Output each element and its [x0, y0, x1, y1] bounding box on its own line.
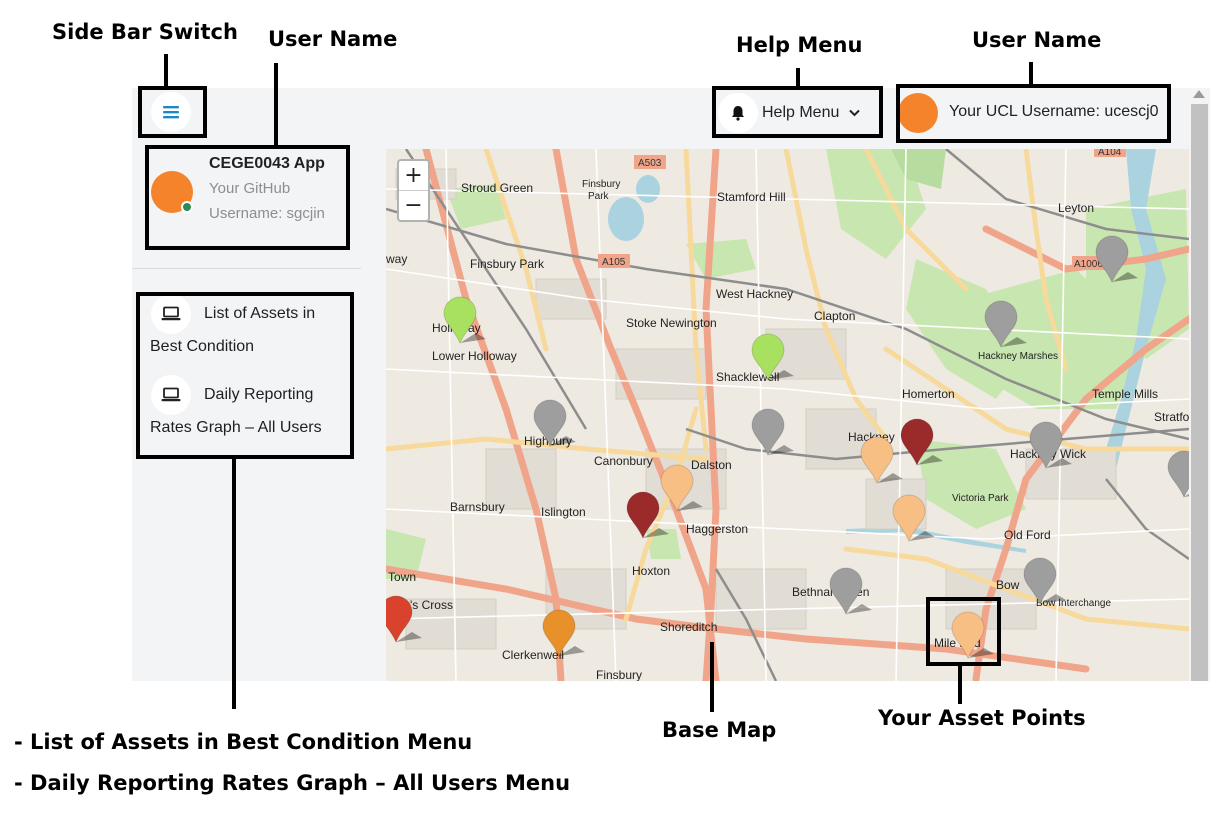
annotation-box-profile [145, 145, 350, 250]
annotation-box-menus [136, 292, 354, 459]
svg-text:Finsbury Park: Finsbury Park [470, 257, 545, 271]
svg-text:Islington: Islington [541, 505, 586, 519]
svg-text:Canonbury: Canonbury [594, 454, 653, 468]
annotation-line-user-left [274, 63, 278, 146]
annotation-line-base-map [710, 642, 714, 712]
svg-text:Finsbury: Finsbury [596, 668, 642, 681]
svg-text:A104: A104 [1098, 149, 1122, 158]
scrollbar-thumb[interactable] [1191, 104, 1208, 681]
zoom-out-button[interactable]: − [399, 191, 428, 220]
svg-text:Haggerston: Haggerston [686, 522, 748, 536]
annotation-base-map: Base Map [662, 718, 777, 742]
svg-text:Stamford Hill: Stamford Hill [717, 190, 786, 204]
svg-text:Hoxton: Hoxton [632, 564, 670, 578]
zoom-in-button[interactable]: + [399, 161, 428, 190]
svg-text:Bow: Bow [996, 578, 1020, 592]
annotation-line-sidebar-switch [164, 54, 168, 88]
svg-text:Finsbury: Finsbury [582, 179, 620, 190]
asset-marker[interactable] [1167, 450, 1189, 499]
annotation-menu-note-2: - Daily Reporting Rates Graph – All User… [14, 771, 571, 795]
annotation-asset-points: Your Asset Points [878, 706, 1086, 730]
svg-text:Stroud Green: Stroud Green [461, 181, 533, 195]
annotation-box-user-name [896, 84, 1171, 143]
svg-text:Stoke Newington: Stoke Newington [626, 316, 717, 330]
svg-text:Town: Town [388, 570, 416, 584]
svg-text:Park: Park [588, 191, 610, 202]
zoom-control: + − [397, 159, 430, 222]
annotation-line-menus [232, 459, 236, 709]
annotation-line-asset-points [958, 666, 962, 704]
annotation-help-menu: Help Menu [736, 33, 863, 57]
annotation-menu-note-1: - List of Assets in Best Condition Menu [14, 730, 473, 754]
base-map[interactable]: A503 A105 A1006 A104 Stroud Green Finsbu… [386, 149, 1189, 681]
annotation-sidebar-switch: Side Bar Switch [52, 20, 238, 44]
svg-text:Dalston: Dalston [691, 458, 732, 472]
svg-text:way: way [386, 252, 407, 266]
annotation-box-sidebar-switch [138, 86, 207, 138]
annotation-box-asset-point [926, 597, 1001, 666]
asset-marker[interactable] [860, 436, 903, 485]
svg-text:A503: A503 [638, 158, 662, 169]
svg-text:Shoreditch: Shoreditch [660, 620, 717, 634]
svg-text:Barnsbury: Barnsbury [450, 500, 505, 514]
svg-text:Lower Holloway: Lower Holloway [432, 349, 517, 363]
asset-marker[interactable] [751, 408, 794, 457]
svg-text:Leyton: Leyton [1058, 201, 1094, 215]
svg-text:Stratford: Stratford [1154, 410, 1189, 424]
scroll-up-arrow[interactable] [1193, 90, 1205, 98]
annotation-line-help [796, 68, 800, 86]
svg-text:Old Ford: Old Ford [1004, 528, 1051, 542]
svg-text:Clerkenwell: Clerkenwell [502, 648, 564, 662]
annotation-user-name-right: User Name [972, 28, 1102, 52]
svg-text:Clapton: Clapton [814, 309, 855, 323]
annotation-line-user-right [1029, 62, 1033, 84]
annotation-user-name-left: User Name [268, 27, 398, 51]
svg-text:Homerton: Homerton [902, 387, 955, 401]
annotation-box-help-menu [712, 86, 883, 138]
svg-text:West Hackney: West Hackney [716, 287, 793, 301]
svg-text:A105: A105 [602, 257, 626, 268]
svg-text:Victoria Park: Victoria Park [952, 493, 1010, 504]
sidebar-divider [132, 268, 361, 269]
svg-text:Temple Mills: Temple Mills [1092, 387, 1158, 401]
svg-text:Hackney Marshes: Hackney Marshes [978, 351, 1058, 362]
